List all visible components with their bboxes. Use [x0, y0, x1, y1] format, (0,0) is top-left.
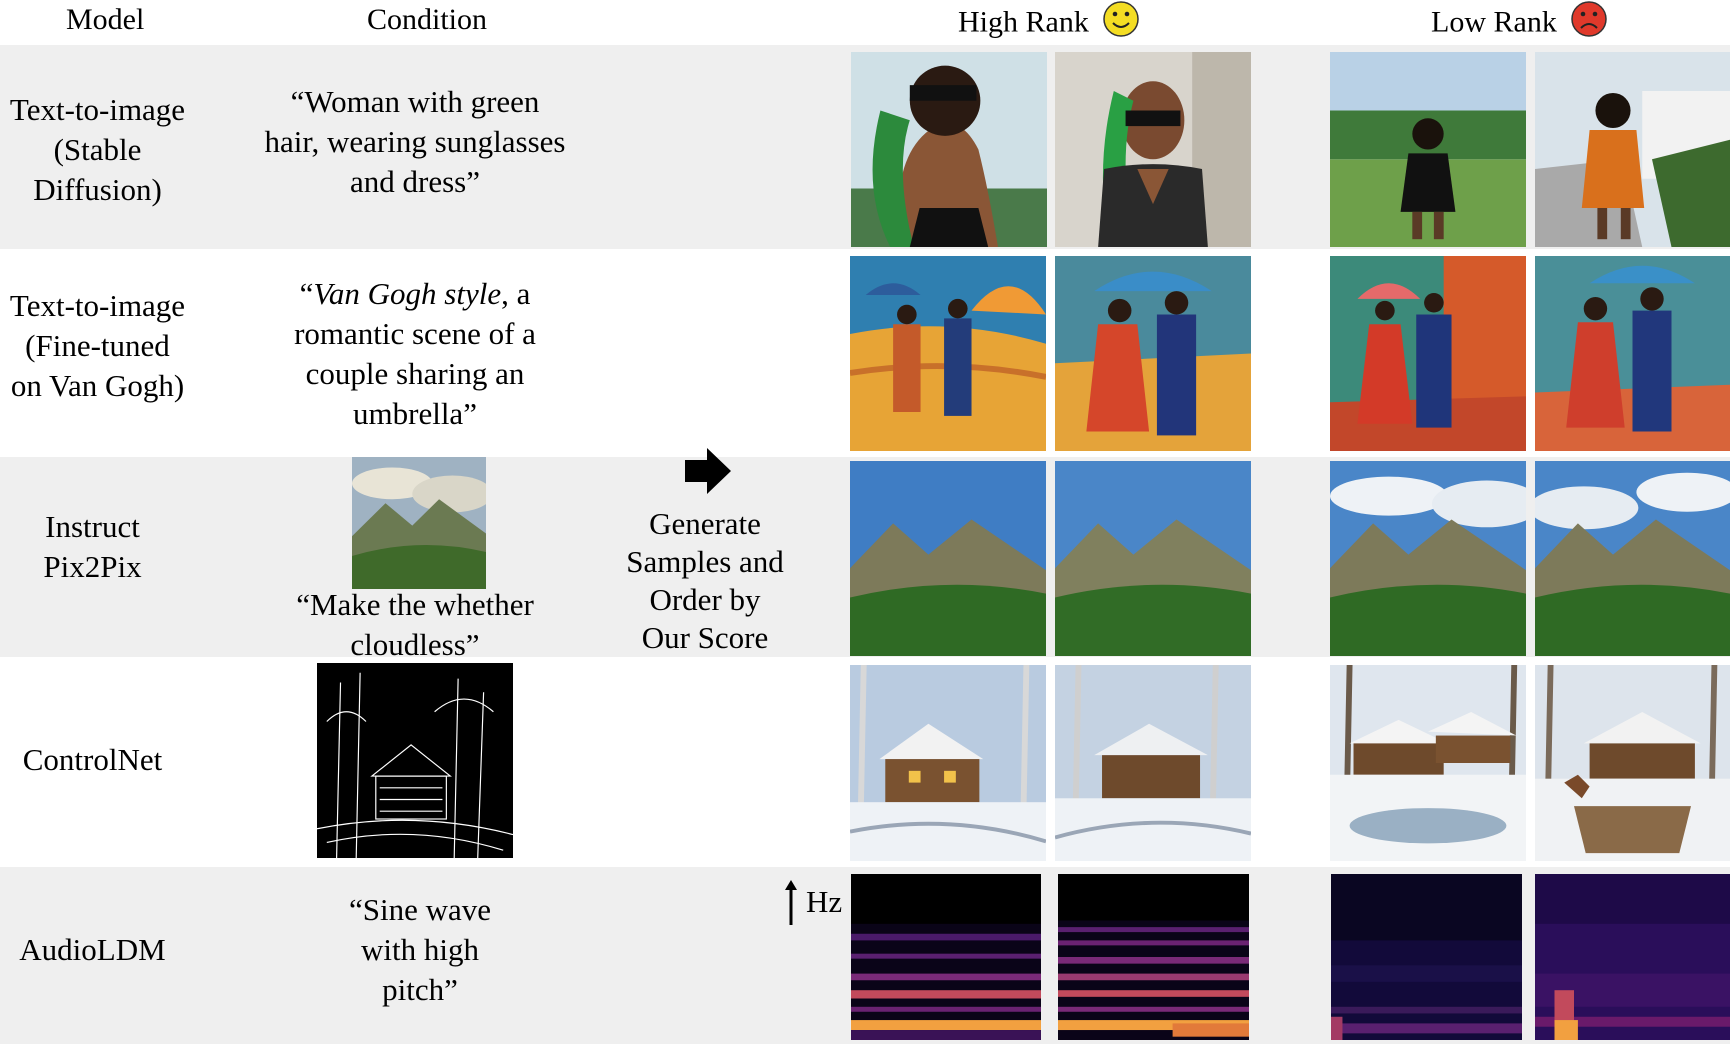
condition-line: umbrella” [353, 396, 477, 431]
result-image-high-1 [850, 665, 1046, 861]
header-high-rank: High Rank [958, 0, 1140, 49]
frowning-face-icon [1570, 0, 1608, 49]
condition-line: hair, wearing sunglasses [264, 124, 566, 159]
model-line: Diffusion) [33, 172, 162, 207]
result-image-high-1 [851, 52, 1047, 247]
model-line: ControlNet [22, 742, 163, 777]
generate-samples-text: Generate Samples and Order by Our Score [605, 505, 805, 657]
model-line: Text-to-image [9, 92, 186, 127]
condition-line: “Van Gogh style, a [230, 274, 600, 314]
result-image-low-1 [1330, 52, 1526, 247]
right-arrow-icon [683, 446, 733, 501]
result-image-low-2 [1535, 52, 1730, 247]
result-image-low-2 [1535, 461, 1730, 656]
model-label-instruct-pix2pix: Instruct Pix2Pix [0, 507, 185, 587]
result-image-high-2 [1055, 256, 1251, 451]
high-rank-label: High Rank [958, 5, 1089, 39]
condition-text-green-hair: “Woman with green hair, wearing sunglass… [230, 82, 600, 202]
model-line: (Fine-tuned [25, 328, 170, 363]
model-label-controlnet: ControlNet [0, 740, 185, 780]
condition-line: cloudless” [350, 627, 480, 662]
model-line: on Van Gogh) [10, 368, 185, 403]
header-model: Model [66, 3, 145, 36]
condition-line: romantic scene of a [294, 316, 536, 351]
spectrogram-low-2 [1535, 874, 1730, 1040]
result-image-low-1 [1330, 256, 1526, 451]
spectrogram-high-2 [1058, 874, 1249, 1040]
model-line: Pix2Pix [43, 549, 142, 584]
condition-line: “Make the whether [296, 587, 534, 622]
model-label-audioldm: AudioLDM [0, 930, 185, 970]
condition-mountain-image [352, 457, 486, 589]
result-image-high-1 [850, 256, 1046, 451]
result-image-low-2 [1535, 256, 1730, 451]
hz-axis-label: Hz [806, 882, 842, 922]
result-image-low-1 [1330, 665, 1526, 861]
result-image-high-1 [850, 461, 1046, 656]
condition-line: couple sharing an [305, 356, 525, 391]
model-line: (Stable [53, 132, 142, 167]
model-line: AudioLDM [19, 932, 166, 967]
condition-line: and dress” [350, 164, 480, 199]
smiley-face-icon [1102, 0, 1140, 49]
model-label-van-gogh: Text-to-image (Fine-tuned on Van Gogh) [0, 286, 195, 406]
low-rank-label: Low Rank [1431, 5, 1557, 39]
generate-line: Samples and [626, 544, 784, 579]
result-image-low-1 [1330, 461, 1526, 656]
condition-text-cloudless: “Make the whether cloudless” [250, 585, 580, 665]
quote-open: “ [299, 276, 314, 311]
header-condition: Condition [367, 3, 488, 36]
condition-edge-map-image [317, 663, 513, 858]
condition-line: pitch” [382, 972, 458, 1007]
model-line: Instruct [45, 509, 140, 544]
up-arrow-icon [784, 878, 798, 931]
result-image-high-2 [1055, 665, 1251, 861]
model-label-stable-diffusion: Text-to-image (Stable Diffusion) [0, 90, 195, 210]
condition-line: “Woman with green [290, 84, 540, 119]
spectrogram-low-1 [1331, 874, 1522, 1040]
result-image-high-2 [1055, 52, 1251, 247]
result-image-high-2 [1055, 461, 1251, 656]
result-image-low-2 [1535, 665, 1730, 861]
condition-line: with high [361, 932, 479, 967]
generate-line: Order by [649, 582, 761, 617]
condition-tail: , a [501, 276, 531, 311]
spectrogram-high-1 [851, 874, 1041, 1040]
condition-line: “Sine wave [348, 892, 492, 927]
hz-label-text: Hz [806, 884, 843, 919]
italic-style-text: Van Gogh style [313, 276, 502, 311]
condition-text-van-gogh: “Van Gogh style, a romantic scene of a c… [230, 274, 600, 434]
generate-line: Generate [649, 506, 761, 541]
condition-text-sine-wave: “Sine wave with high pitch” [270, 890, 570, 1010]
header-low-rank: Low Rank [1431, 0, 1608, 49]
model-line: Text-to-image [9, 288, 186, 323]
generate-line: Our Score [641, 620, 769, 655]
